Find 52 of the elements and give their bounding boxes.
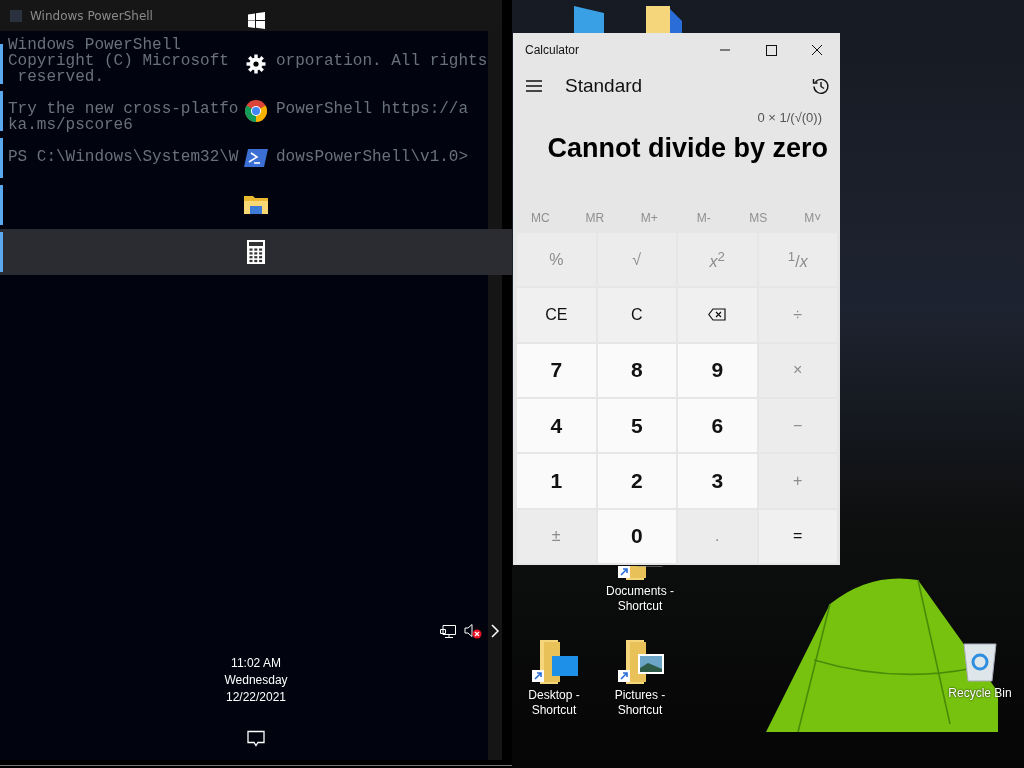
history-icon[interactable] xyxy=(812,77,830,95)
windows-logo-icon xyxy=(247,11,265,29)
digit-button[interactable]: 9 xyxy=(678,343,757,397)
digit-button[interactable]: 0 xyxy=(597,509,676,563)
operator-button[interactable]: = xyxy=(758,509,837,563)
browser-icon xyxy=(244,99,268,123)
digit-button[interactable]: 5 xyxy=(597,399,676,453)
desktop-shortcut[interactable]: Pictures - Shortcut xyxy=(598,640,682,718)
folder-shortcut-icon xyxy=(616,640,664,684)
terminal-icon xyxy=(244,148,268,168)
notification-icon[interactable] xyxy=(247,730,265,748)
console-text: Copyright (C) Microsoft xyxy=(8,53,229,69)
result-display: Cannot divide by zero xyxy=(546,133,829,164)
backspace-button[interactable] xyxy=(678,288,757,342)
expression-text: 0 × 1/(√(0)) xyxy=(756,110,823,125)
digit-button[interactable]: 7 xyxy=(517,343,596,397)
mode-title: Standard xyxy=(565,75,644,97)
shortcut-label: Pictures - Shortcut xyxy=(613,688,667,718)
menu-icon[interactable] xyxy=(525,79,543,93)
clock[interactable]: 11:02 AM Wednesday 12/22/2021 xyxy=(224,655,288,706)
console-text: Windows PowerShell xyxy=(8,37,181,53)
folder-shortcut-icon xyxy=(530,640,578,684)
window-title: Calculator xyxy=(525,42,580,57)
operator-button[interactable]: CE xyxy=(517,288,596,342)
desktop-shortcut[interactable]: Desktop - Shortcut xyxy=(512,640,596,718)
digit-button[interactable]: 2 xyxy=(597,454,676,508)
digit-button[interactable]: 4 xyxy=(517,399,596,453)
console-text: PowerShell https://a xyxy=(276,101,469,117)
folder-icon xyxy=(244,195,268,215)
operator-button[interactable]: C xyxy=(597,288,676,342)
scrollbar[interactable] xyxy=(488,31,502,760)
shortcut-label: Documents - Shortcut xyxy=(605,584,675,614)
chevron-icon[interactable] xyxy=(490,624,500,638)
recycle-bin-icon xyxy=(962,640,998,682)
calculator-icon xyxy=(247,240,265,264)
digit-button[interactable]: 6 xyxy=(678,399,757,453)
digit-button[interactable]: 8 xyxy=(597,343,676,397)
network-icon[interactable] xyxy=(440,623,456,639)
console-text: dowsPowerShell\v1.0> xyxy=(276,149,469,165)
console-text: Try the new cross-platfo xyxy=(8,101,239,117)
console-text: ka.ms/pscore6 xyxy=(8,117,133,133)
volume-muted-icon[interactable] xyxy=(464,623,482,639)
digit-button[interactable]: 1 xyxy=(517,454,596,508)
console-text: PS C:\Windows\System32\W xyxy=(8,149,239,165)
shortcut-label: Desktop - Shortcut xyxy=(527,688,581,718)
console-text: orporation. All rights xyxy=(276,53,488,69)
window-title: Windows PowerShell xyxy=(30,8,153,23)
console-text: reserved. xyxy=(17,69,104,85)
digit-button[interactable]: 3 xyxy=(678,454,757,508)
gear-icon xyxy=(246,54,266,74)
backspace-icon xyxy=(708,308,727,322)
folder-icon xyxy=(646,6,682,33)
